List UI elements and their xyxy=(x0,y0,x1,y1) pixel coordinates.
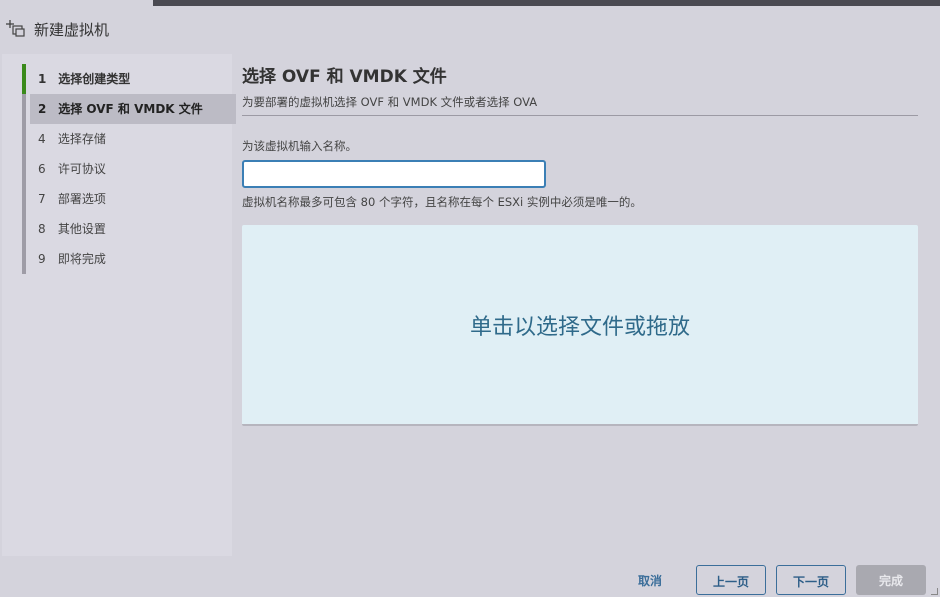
dropzone-label: 单击以选择文件或拖放 xyxy=(469,314,690,340)
page-subtitle: 为要部署的虚拟机选择 OVF 和 VMDK 文件或者选择 OVA xyxy=(242,95,538,109)
next-button[interactable]: 下一页 xyxy=(776,565,846,595)
step-label: 其他设置 xyxy=(57,222,106,236)
new-vm-icon xyxy=(6,20,25,37)
file-dropzone[interactable]: 单击以选择文件或拖放 xyxy=(242,225,918,426)
step-number: 9 xyxy=(38,252,46,266)
step-ready-to-complete[interactable]: 9 即将完成 xyxy=(26,244,236,274)
step-number: 7 xyxy=(38,192,46,206)
resize-grip[interactable] xyxy=(931,588,938,595)
step-label: 选择存储 xyxy=(57,132,106,146)
new-vm-dialog: 新建虚拟机 1 选择创建类型 2 选择 OVF 和 VMDK 文件 4 选择存储… xyxy=(2,6,940,597)
step-license-agreement[interactable]: 6 许可协议 xyxy=(26,154,236,184)
vm-name-input[interactable] xyxy=(242,160,546,188)
step-number: 8 xyxy=(38,222,46,236)
step-label: 许可协议 xyxy=(57,162,106,176)
step-select-creation-type[interactable]: 1 选择创建类型 xyxy=(22,64,236,94)
step-additional-settings[interactable]: 8 其他设置 xyxy=(26,214,236,244)
step-label: 选择创建类型 xyxy=(58,72,131,86)
previous-button[interactable]: 上一页 xyxy=(696,565,766,595)
wizard-steps-list: 1 选择创建类型 2 选择 OVF 和 VMDK 文件 4 选择存储 6 许可协… xyxy=(22,64,236,274)
wizard-main-panel: 选择 OVF 和 VMDK 文件 为要部署的虚拟机选择 OVF 和 VMDK 文… xyxy=(242,54,918,556)
page-title: 选择 OVF 和 VMDK 文件 xyxy=(242,67,447,87)
dialog-title: 新建虚拟机 xyxy=(34,21,110,39)
header-divider xyxy=(242,115,918,116)
finish-button: 完成 xyxy=(856,565,926,595)
step-label: 即将完成 xyxy=(57,252,106,266)
step-label: 部署选项 xyxy=(57,192,106,206)
step-number: 6 xyxy=(38,162,46,176)
wizard-steps-sidebar: 1 选择创建类型 2 选择 OVF 和 VMDK 文件 4 选择存储 6 许可协… xyxy=(2,54,236,556)
step-label: 选择 OVF 和 VMDK 文件 xyxy=(58,102,203,116)
dialog-title-bar: 新建虚拟机 xyxy=(2,6,940,54)
step-select-storage[interactable]: 4 选择存储 xyxy=(26,124,236,154)
dialog-footer: 取消 上一页 下一页 完成 xyxy=(2,556,940,597)
step-number: 4 xyxy=(38,132,46,146)
step-deployment-options[interactable]: 7 部署选项 xyxy=(26,184,236,214)
step-select-ovf-vmdk[interactable]: 2 选择 OVF 和 VMDK 文件 xyxy=(30,94,236,124)
step-number: 1 xyxy=(38,72,47,86)
vm-name-hint: 虚拟机名称最多可包含 80 个字符，且名称在每个 ESXi 实例中必须是唯一的。 xyxy=(242,195,642,209)
cancel-button[interactable]: 取消 xyxy=(625,565,675,595)
vm-name-label: 为该虚拟机输入名称。 xyxy=(242,139,357,153)
step-number: 2 xyxy=(38,102,47,116)
